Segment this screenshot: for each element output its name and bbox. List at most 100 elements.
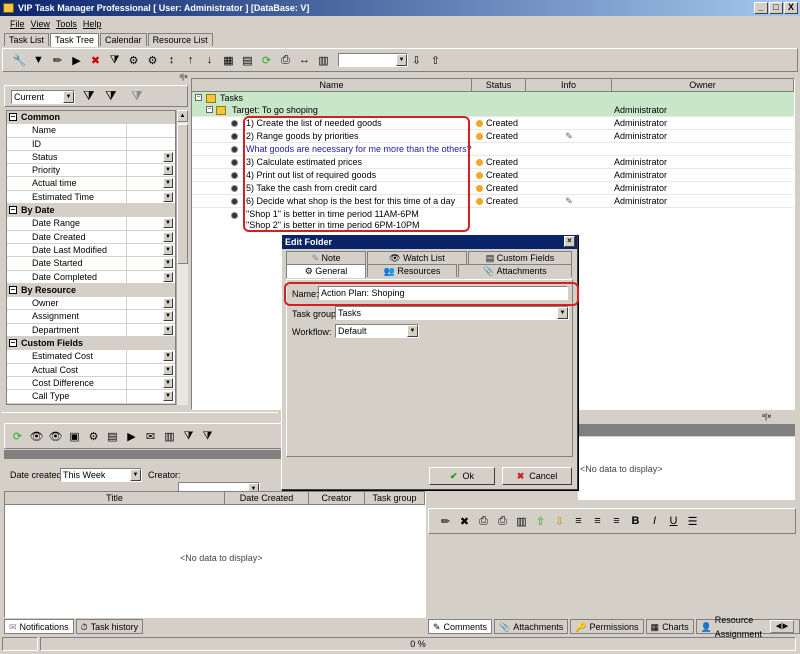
run-task-icon[interactable]: ▶ bbox=[68, 52, 85, 69]
prop-id[interactable]: ID bbox=[7, 137, 175, 151]
prop-status[interactable]: Status ▼ bbox=[7, 150, 175, 165]
list-icon[interactable]: ☰ bbox=[684, 513, 701, 530]
category-by-date[interactable]: – By Date bbox=[7, 204, 175, 218]
category-by-resource[interactable]: – By Resource bbox=[7, 283, 175, 298]
dropdown-icon[interactable]: ▼ bbox=[163, 151, 173, 162]
dropdown-icon[interactable]: ▼ bbox=[163, 178, 173, 189]
dropdown-icon[interactable]: ▼ bbox=[163, 364, 173, 375]
tab-task-list[interactable]: Task List bbox=[4, 33, 50, 46]
task-icon[interactable]: ⚙ bbox=[85, 428, 102, 445]
category-custom-fields[interactable]: – Custom Fields bbox=[7, 337, 175, 351]
tab-general[interactable]: ⚙ General bbox=[286, 264, 366, 278]
prop-date-last-modified[interactable]: Date Last Modified ▼ bbox=[7, 243, 175, 258]
tab-task-tree[interactable]: Task Tree bbox=[50, 33, 100, 47]
dropdown-icon[interactable]: ▼ bbox=[163, 377, 173, 388]
panel-pin-icon[interactable]: ᵃ|× bbox=[179, 74, 188, 82]
prop-actual-cost[interactable]: Actual Cost ▼ bbox=[7, 363, 175, 377]
dropdown-icon[interactable]: ▼ bbox=[163, 258, 173, 269]
dropdown-arrow-icon[interactable]: ▼ bbox=[30, 52, 47, 69]
prop-call-type[interactable]: Call Type ▼ bbox=[7, 390, 175, 404]
print-icon[interactable]: ⎙ bbox=[494, 513, 511, 530]
sort-asc-icon[interactable]: ⇧ bbox=[532, 513, 549, 530]
collapse-toggle-icon[interactable]: – bbox=[206, 106, 213, 113]
italic-icon[interactable]: I bbox=[646, 513, 663, 530]
prop-name[interactable]: Name bbox=[7, 124, 175, 138]
open-icon[interactable]: ▶ bbox=[123, 428, 140, 445]
expand-icon[interactable]: ▦ bbox=[220, 52, 237, 69]
tab-charts[interactable]: ▦ Charts bbox=[645, 619, 694, 634]
tab-notifications[interactable]: ✉ Notifications bbox=[4, 619, 74, 634]
prop-actual-time[interactable]: Actual time ▼ bbox=[7, 177, 175, 191]
move-up-icon[interactable]: ↑ bbox=[182, 52, 199, 69]
workflow-select[interactable]: Default ▼ bbox=[335, 324, 419, 338]
ok-button[interactable]: ✔ Ok bbox=[429, 467, 495, 485]
tab-task-history[interactable]: ⏱ Task history bbox=[75, 619, 144, 634]
view-icon[interactable]: ▥ bbox=[315, 52, 332, 69]
refresh-icon[interactable]: ⟳ bbox=[258, 52, 275, 69]
tab-watch-list[interactable]: 👁 Watch List bbox=[367, 251, 467, 264]
prop-priority[interactable]: Priority ▼ bbox=[7, 164, 175, 178]
prop-estimated-cost[interactable]: Estimated Cost ▼ bbox=[7, 350, 175, 364]
print-preview-icon[interactable]: ⎙ bbox=[475, 513, 492, 530]
dialog-close-button[interactable]: × bbox=[564, 236, 575, 247]
dropdown-icon[interactable]: ▼ bbox=[163, 231, 173, 242]
tab-custom-fields[interactable]: ▤ Custom Fields bbox=[468, 251, 572, 264]
new-task-icon[interactable]: 🔧 bbox=[11, 52, 28, 69]
send-icon[interactable]: ✉ bbox=[142, 428, 159, 445]
fit-width-icon[interactable]: ↔ bbox=[296, 52, 313, 69]
align-left-icon[interactable]: ≡ bbox=[570, 513, 587, 530]
col-creator[interactable]: Creator bbox=[309, 492, 365, 505]
collapse-icon[interactable]: ▤ bbox=[239, 52, 256, 69]
properties-icon[interactable]: ⚙ bbox=[125, 52, 142, 69]
dropdown-icon[interactable]: ▼ bbox=[163, 271, 173, 282]
filter-clear-icon[interactable]: ⧩ bbox=[199, 428, 216, 445]
dropdown-icon[interactable]: ▼ bbox=[163, 191, 173, 202]
menu-help[interactable]: Help bbox=[83, 17, 102, 31]
align-center-icon[interactable]: ≡ bbox=[589, 513, 606, 530]
col-status[interactable]: Status bbox=[472, 79, 526, 92]
print-icon[interactable]: ⎙ bbox=[277, 52, 294, 69]
refresh-icon[interactable]: ⟳ bbox=[9, 428, 26, 445]
filter-edit-icon[interactable]: ⧩ bbox=[105, 88, 117, 104]
task-group-select[interactable]: Tasks ▼ bbox=[335, 306, 569, 320]
settings-icon[interactable]: ⚙ bbox=[144, 52, 161, 69]
dropdown-icon[interactable]: ▼ bbox=[163, 391, 173, 402]
note-icon[interactable]: ✎ bbox=[565, 196, 573, 206]
tab-attachments[interactable]: 📎 Attachments bbox=[494, 619, 569, 634]
dropdown-icon[interactable]: ▼ bbox=[163, 298, 173, 309]
delete-icon[interactable]: ✖ bbox=[456, 513, 473, 530]
maximize-button[interactable]: □ bbox=[769, 2, 783, 14]
col-title[interactable]: Title bbox=[5, 492, 225, 505]
columns-icon[interactable]: ▥ bbox=[513, 513, 530, 530]
dropdown-icon[interactable]: ▼ bbox=[163, 351, 173, 362]
menu-view[interactable]: View bbox=[31, 17, 50, 31]
prop-estimated-time[interactable]: Estimated Time ▼ bbox=[7, 190, 175, 205]
prop-assignment[interactable]: Assignment ▼ bbox=[7, 310, 175, 324]
category-common[interactable]: – Common bbox=[7, 111, 175, 125]
col-name[interactable]: Name bbox=[192, 79, 472, 92]
col-date-created[interactable]: Date Created bbox=[225, 492, 309, 505]
unwatch-icon[interactable]: 👁 bbox=[47, 428, 64, 445]
underline-icon[interactable]: U bbox=[665, 513, 682, 530]
prop-department[interactable]: Department ▼ bbox=[7, 323, 175, 338]
tab-attachments-dialog[interactable]: 📎 Attachments bbox=[458, 264, 572, 277]
align-right-icon[interactable]: ≡ bbox=[608, 513, 625, 530]
filter-current-select[interactable]: Current ▼ bbox=[11, 90, 75, 104]
edit-icon[interactable]: ✏ bbox=[437, 513, 454, 530]
col-task-group[interactable]: Task group bbox=[365, 492, 425, 505]
tab-note[interactable]: ✎ Note bbox=[286, 251, 366, 264]
property-grid-scrollbar[interactable]: ▲ bbox=[176, 110, 188, 405]
move-down-icon[interactable]: ↓ bbox=[201, 52, 218, 69]
date-created-select[interactable]: This Week ▼ bbox=[60, 468, 142, 482]
export-icon[interactable]: ⇩ bbox=[408, 52, 425, 69]
sort-desc-icon[interactable]: ⇩ bbox=[551, 513, 568, 530]
bottom-left-splitter[interactable] bbox=[2, 412, 278, 420]
prop-date-completed[interactable]: Date Completed ▼ bbox=[7, 270, 175, 284]
note-icon[interactable]: ✎ bbox=[565, 131, 573, 141]
menu-file[interactable]: File bbox=[10, 17, 25, 31]
prop-owner[interactable]: Owner ▼ bbox=[7, 297, 175, 311]
filter-apply-icon[interactable]: ⧩ bbox=[83, 88, 95, 104]
menu-tools[interactable]: Tools bbox=[56, 17, 77, 31]
filter-icon[interactable]: ⧩ bbox=[180, 428, 197, 445]
tab-resource-list[interactable]: Resource List bbox=[147, 33, 213, 46]
